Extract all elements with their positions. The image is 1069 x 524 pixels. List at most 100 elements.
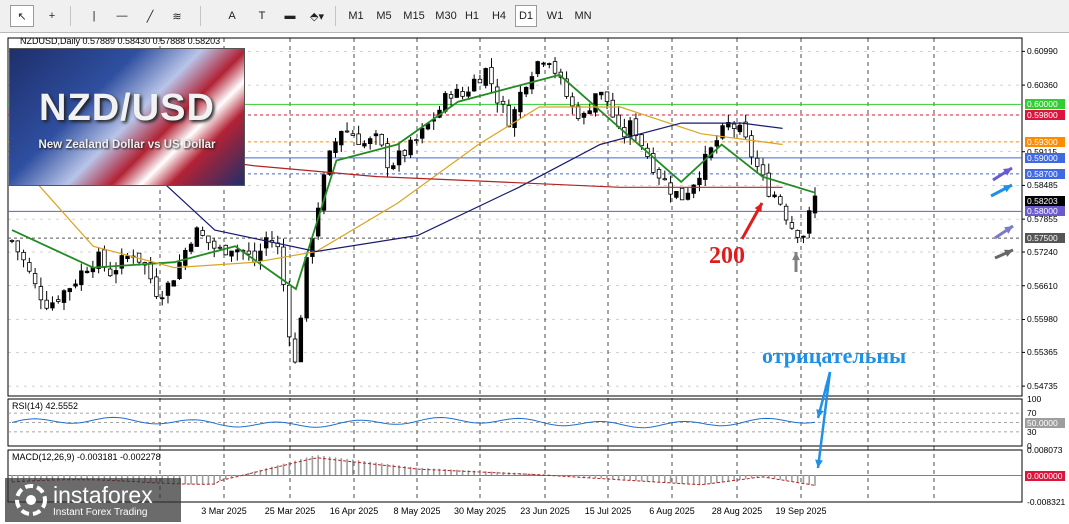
logo-subtitle: New Zealand Dollar vs US Dollar bbox=[38, 139, 216, 151]
toolbar-separator bbox=[335, 6, 336, 26]
candle-body bbox=[466, 91, 471, 97]
timeframe-m30[interactable]: M30 bbox=[433, 5, 459, 27]
fibonacci-icon[interactable]: ≋ bbox=[165, 5, 189, 27]
candle-body bbox=[362, 143, 367, 147]
candle-body bbox=[408, 139, 413, 156]
candle-body bbox=[171, 280, 176, 287]
candle-body bbox=[523, 86, 529, 95]
candle-body bbox=[27, 262, 32, 272]
date-tick-label: 25 Mar 2025 bbox=[264, 506, 316, 516]
timeframe-h1[interactable]: H1 bbox=[461, 5, 483, 27]
shapes-icon[interactable]: ⬘▾ bbox=[305, 5, 329, 27]
candle-body bbox=[188, 243, 194, 252]
candle-body bbox=[483, 68, 488, 86]
candle-body bbox=[604, 91, 610, 102]
candle-body bbox=[731, 123, 737, 129]
candle-body bbox=[668, 182, 673, 195]
crosshair-icon[interactable]: + bbox=[40, 5, 64, 27]
timeframe-mn[interactable]: MN bbox=[572, 5, 594, 27]
candle-body bbox=[489, 66, 494, 85]
date-tick-label: 19 Sep 2025 bbox=[775, 506, 827, 516]
price-tick-label: 0.60360 bbox=[1027, 80, 1058, 91]
candle-body bbox=[206, 235, 211, 244]
candle-body bbox=[575, 105, 581, 120]
candle-body bbox=[547, 63, 552, 65]
candle-body bbox=[298, 317, 304, 363]
timeframe-m1[interactable]: M1 bbox=[345, 5, 367, 27]
level-price-label: 0.59800 bbox=[1025, 110, 1065, 121]
candle-body bbox=[56, 299, 61, 302]
macd-tick-label: -0.008321 bbox=[1027, 497, 1066, 507]
candle-body bbox=[477, 78, 483, 84]
candle-body bbox=[495, 86, 500, 104]
candle-body bbox=[396, 150, 402, 166]
candle-body bbox=[148, 262, 153, 280]
candle-body bbox=[448, 94, 454, 99]
candle-body bbox=[38, 286, 44, 301]
candle-body bbox=[633, 118, 639, 136]
candle-body bbox=[102, 249, 107, 268]
timeframe-h4[interactable]: H4 bbox=[488, 5, 510, 27]
vertical-line-icon[interactable]: | bbox=[82, 5, 106, 27]
candle-body bbox=[229, 250, 234, 257]
timeframe-d1[interactable]: D1 bbox=[515, 5, 537, 27]
candle-body bbox=[67, 288, 72, 293]
rectangle-icon[interactable]: ▬ bbox=[278, 5, 302, 27]
text-label-icon[interactable]: T bbox=[250, 5, 274, 27]
candle-body bbox=[235, 249, 240, 253]
candle-body bbox=[587, 110, 592, 115]
candle-body bbox=[662, 178, 667, 181]
candle-body bbox=[263, 237, 269, 249]
candle-body bbox=[211, 240, 217, 249]
toolbar-separator bbox=[70, 6, 71, 26]
candle-body bbox=[84, 270, 90, 274]
candle-body bbox=[32, 273, 38, 285]
price-tick-label: 0.58485 bbox=[1027, 180, 1058, 191]
candle-body bbox=[760, 164, 766, 176]
instaforex-logo-icon bbox=[15, 484, 47, 516]
candle-body bbox=[541, 62, 546, 65]
level-price-label: 0.58700 bbox=[1025, 168, 1065, 179]
pair-logo: NZD/USD New Zealand Dollar vs US Dollar bbox=[9, 48, 245, 186]
candle-body bbox=[125, 255, 130, 260]
candle-body bbox=[73, 283, 78, 287]
timeframe-m5[interactable]: M5 bbox=[373, 5, 395, 27]
candle-body bbox=[783, 205, 789, 221]
candle-body bbox=[79, 270, 84, 285]
candle-body bbox=[350, 133, 356, 136]
rsi-tick-label: 30 bbox=[1027, 426, 1037, 437]
timeframe-m15[interactable]: M15 bbox=[401, 5, 427, 27]
candle-body bbox=[96, 251, 101, 269]
candle-body bbox=[50, 302, 55, 309]
candle-body bbox=[679, 187, 685, 201]
candle-body bbox=[333, 141, 338, 153]
candle-body bbox=[778, 196, 783, 205]
price-tick-label: 0.55980 bbox=[1027, 314, 1058, 325]
candle-body bbox=[801, 235, 806, 238]
candle-body bbox=[217, 246, 223, 249]
candle-body bbox=[749, 135, 754, 158]
price-tick-label: 0.54735 bbox=[1027, 381, 1058, 392]
candle-body bbox=[812, 195, 818, 214]
cursor-icon[interactable]: ↖ bbox=[10, 5, 34, 27]
candle-body bbox=[552, 61, 558, 74]
text-icon[interactable]: A bbox=[220, 5, 244, 27]
candle-body bbox=[599, 91, 604, 96]
trendline-icon[interactable]: ╱ bbox=[138, 5, 162, 27]
horizontal-line-icon[interactable]: — bbox=[110, 5, 134, 27]
toolbar-separator bbox=[200, 6, 201, 26]
candle-body bbox=[194, 227, 200, 247]
candle-body bbox=[691, 184, 696, 194]
candle-body bbox=[639, 134, 644, 147]
gray-arrow-head bbox=[792, 252, 800, 261]
candle-body bbox=[15, 240, 20, 253]
candle-body bbox=[402, 149, 408, 156]
candle-body bbox=[755, 157, 760, 167]
date-tick-label: 15 Jul 2025 bbox=[584, 506, 632, 516]
candle-body bbox=[500, 100, 506, 105]
timeframe-w1[interactable]: W1 bbox=[544, 5, 566, 27]
candle-body bbox=[454, 88, 460, 98]
price-tick-label: 0.57240 bbox=[1027, 247, 1058, 258]
candle-body bbox=[356, 133, 361, 146]
candle-body bbox=[367, 138, 373, 145]
